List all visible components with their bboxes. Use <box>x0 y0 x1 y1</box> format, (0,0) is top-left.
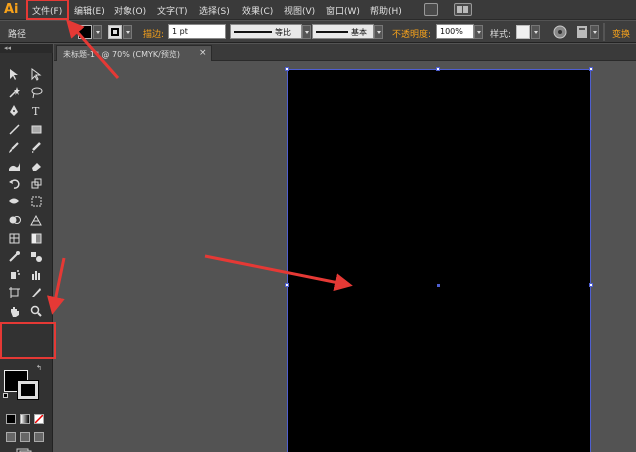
perspective-grid-tool-icon[interactable] <box>28 212 44 227</box>
fill-color-swatch[interactable] <box>78 25 92 39</box>
graphic-style-swatch[interactable] <box>516 25 530 39</box>
fill-dropdown[interactable] <box>93 25 102 39</box>
arrange-documents-icon[interactable] <box>454 3 472 16</box>
draw-inside-icon[interactable] <box>34 432 44 442</box>
style-label: 样式: <box>490 30 512 40</box>
rectangle-tool-icon[interactable] <box>28 121 44 136</box>
style-dropdown[interactable] <box>531 25 540 39</box>
document-tab[interactable]: 未标题-1* @ 70% (CMYK/预览) × <box>56 45 212 61</box>
opacity-label[interactable]: 不透明度: <box>392 27 431 40</box>
tools-panel: ◂◂ T ↰ <box>0 44 53 452</box>
handle-middle-left[interactable] <box>285 283 289 287</box>
menu-bar: Ai 文件(F) 编辑(E) 对象(O) 文字(T) 选择(S) 效果(C) 视… <box>0 0 636 20</box>
color-mode-icon[interactable] <box>6 414 16 424</box>
gradient-tool-icon[interactable] <box>28 230 44 245</box>
more-options-dropdown[interactable] <box>590 25 599 39</box>
opacity-field[interactable]: 100% <box>436 24 474 39</box>
brush-label: 基本 <box>351 28 367 37</box>
handle-top-left[interactable] <box>285 67 289 71</box>
handle-middle-right[interactable] <box>589 283 593 287</box>
rotate-tool-icon[interactable] <box>6 175 22 190</box>
gradient-mode-icon[interactable] <box>20 414 30 424</box>
opacity-value: 100% <box>440 27 463 36</box>
scale-tool-icon[interactable] <box>28 175 44 190</box>
selection-tool-icon[interactable] <box>6 66 22 81</box>
symbol-sprayer-tool-icon[interactable] <box>6 266 22 281</box>
free-transform-tool-icon[interactable] <box>28 193 44 208</box>
stroke-swatch[interactable] <box>17 380 39 400</box>
bridge-icon[interactable] <box>424 3 438 16</box>
paintbrush-tool-icon[interactable] <box>6 139 22 154</box>
menu-edit[interactable]: 编辑(E) <box>74 4 105 17</box>
direct-selection-tool-icon[interactable] <box>28 66 44 81</box>
menu-help[interactable]: 帮助(H) <box>370 4 402 17</box>
transform-label[interactable]: 变换 <box>612 27 630 40</box>
pencil-tool-icon[interactable] <box>28 139 44 154</box>
tools-panel-grip[interactable]: ◂◂ <box>0 44 53 53</box>
close-tab-icon[interactable]: × <box>199 48 207 58</box>
width-tool-icon[interactable] <box>6 193 22 208</box>
variable-width-profile[interactable]: 等比 <box>230 24 302 39</box>
menu-select[interactable]: 选择(S) <box>199 4 230 17</box>
stroke-dropdown[interactable] <box>123 25 132 39</box>
document-setup-icon[interactable] <box>575 25 589 42</box>
menu-window[interactable]: 窗口(W) <box>326 4 360 17</box>
menu-text[interactable]: 文字(T) <box>157 4 188 17</box>
shape-builder-tool-icon[interactable] <box>6 212 22 227</box>
hand-tool-icon[interactable] <box>6 303 22 318</box>
brush-dropdown[interactable] <box>374 25 383 39</box>
line-segment-tool-icon[interactable] <box>6 121 22 136</box>
opacity-dropdown[interactable] <box>474 25 483 39</box>
profile-label: 等比 <box>275 28 291 37</box>
svg-text:T: T <box>32 105 40 117</box>
blob-brush-tool-icon[interactable] <box>6 157 22 172</box>
collapse-panel-icon[interactable]: ◂◂ <box>4 44 11 52</box>
slice-tool-icon[interactable] <box>28 284 44 299</box>
type-tool-icon[interactable]: T <box>28 102 44 117</box>
brush-definition[interactable]: 基本 <box>312 24 374 39</box>
menu-effect[interactable]: 效果(C) <box>242 4 273 17</box>
app-logo: Ai <box>4 2 19 17</box>
handle-top-center[interactable] <box>436 67 440 71</box>
selection-type-label: 路径 <box>8 30 27 40</box>
stroke-color-swatch[interactable] <box>108 25 122 39</box>
center-point <box>437 284 440 287</box>
illustrator-window: Ai 文件(F) 编辑(E) 对象(O) 文字(T) 选择(S) 效果(C) 视… <box>0 0 636 452</box>
stroke-weight-field[interactable]: 1 pt <box>168 24 226 39</box>
document-tab-bar: 未标题-1* @ 70% (CMYK/预览) × <box>54 44 636 61</box>
blend-tool-icon[interactable] <box>28 248 44 263</box>
stroke-label[interactable]: 描边: <box>143 27 164 40</box>
stroke-weight-value: 1 pt <box>172 27 188 36</box>
brush-line <box>316 31 348 33</box>
menu-file[interactable]: 文件(F) <box>32 4 62 17</box>
draw-behind-icon[interactable] <box>20 432 30 442</box>
magic-wand-tool-icon[interactable] <box>6 84 22 99</box>
swap-fill-stroke-icon[interactable]: ↰ <box>36 364 42 372</box>
pen-tool-icon[interactable] <box>6 102 22 117</box>
none-mode-icon[interactable] <box>34 414 44 424</box>
profile-dropdown[interactable] <box>302 25 311 39</box>
canvas-area[interactable] <box>54 62 636 452</box>
screen-mode-icon[interactable] <box>16 448 32 452</box>
menu-object[interactable]: 对象(O) <box>114 4 146 17</box>
recolor-artwork-icon[interactable] <box>553 25 567 42</box>
handle-top-right[interactable] <box>589 67 593 71</box>
zoom-tool-icon[interactable] <box>28 303 44 318</box>
eyedropper-tool-icon[interactable] <box>6 248 22 263</box>
selected-rectangle[interactable] <box>287 69 591 452</box>
control-divider <box>603 23 605 41</box>
menu-view[interactable]: 视图(V) <box>284 4 315 17</box>
column-graph-tool-icon[interactable] <box>28 266 44 281</box>
control-bar: 路径 描边: 1 pt 等比 基本 不透明度: 100% 样式: 变换 <box>0 21 636 43</box>
draw-normal-icon[interactable] <box>6 432 16 442</box>
artboard-tool-icon[interactable] <box>6 284 22 299</box>
lasso-tool-icon[interactable] <box>28 84 44 99</box>
mesh-tool-icon[interactable] <box>6 230 22 245</box>
document-tab-label: 未标题-1* @ 70% (CMYK/预览) <box>63 50 180 59</box>
eraser-tool-icon[interactable] <box>28 157 44 172</box>
default-colors-icon[interactable] <box>3 393 8 398</box>
profile-line <box>234 31 272 33</box>
